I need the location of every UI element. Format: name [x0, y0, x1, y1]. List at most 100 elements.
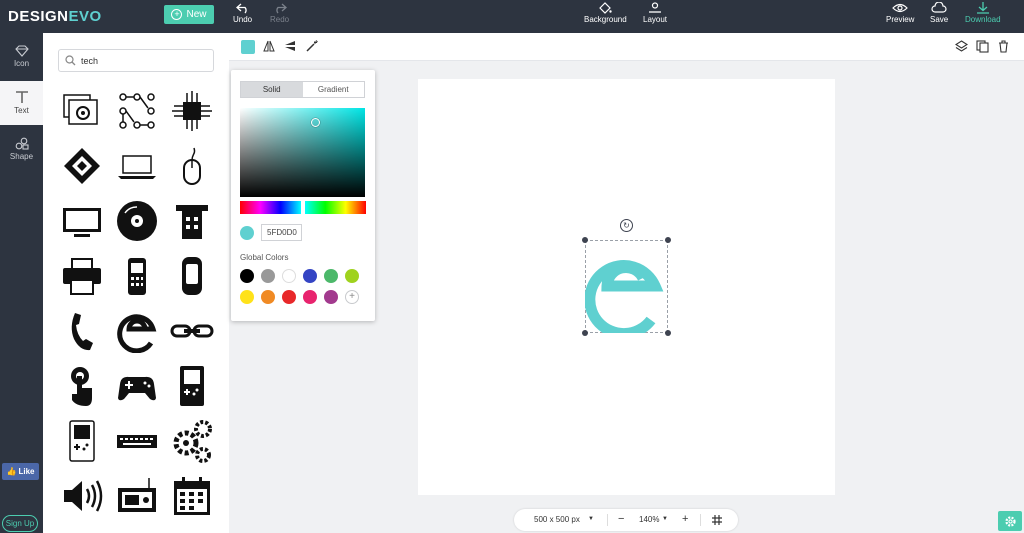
chain-link-icon[interactable]: [167, 303, 217, 358]
gamepad-icon[interactable]: [112, 358, 162, 413]
divider: [700, 514, 701, 526]
top-bar: DESIGNEVO + New Undo Redo Background Lay…: [0, 0, 1024, 33]
calendar-icon[interactable]: [167, 468, 217, 523]
hue-slider-secondary[interactable]: [305, 201, 366, 214]
radio-icon[interactable]: [112, 468, 162, 523]
touch-finger-icon[interactable]: [57, 358, 107, 413]
zoom-level-select[interactable]: 140%: [639, 515, 659, 524]
icon-results-grid: [57, 83, 222, 523]
zoom-in-button[interactable]: +: [682, 513, 688, 525]
eye-icon: [892, 3, 909, 13]
printer-icon[interactable]: [57, 248, 107, 303]
global-colors-label: Global Colors: [240, 253, 289, 262]
left-nav: Icon Text Shape 👍 Like Sign Up: [0, 33, 43, 533]
nav-item-text[interactable]: Text: [0, 81, 43, 125]
global-color-swatch[interactable]: [240, 290, 254, 304]
search-input[interactable]: [81, 53, 209, 69]
magic-wand-icon[interactable]: [306, 40, 318, 52]
element-toolbar: [229, 33, 1024, 61]
undo-icon: [235, 3, 247, 14]
resize-handle-top-left[interactable]: [582, 237, 588, 243]
divider: [607, 514, 608, 526]
global-color-swatch[interactable]: [240, 269, 254, 283]
canvas-bottom-bar: 500 x 500 px ▼ − 140% ▼ +: [514, 509, 738, 531]
resize-handle-bottom-right[interactable]: [665, 330, 671, 336]
keyboard-icon[interactable]: [112, 413, 162, 468]
add-color-icon[interactable]: +: [345, 290, 359, 304]
hex-input[interactable]: 5FD0D0: [261, 224, 302, 241]
gears-icon[interactable]: [167, 413, 217, 468]
global-color-swatch[interactable]: [282, 290, 296, 304]
folders-gear-icon[interactable]: [57, 83, 107, 138]
global-color-swatch[interactable]: [261, 290, 275, 304]
redo-icon: [275, 3, 287, 14]
diamond-icon: [14, 45, 29, 57]
sign-up-button[interactable]: Sign Up: [2, 515, 38, 532]
shapes-icon: [15, 137, 29, 150]
global-color-swatch[interactable]: [261, 269, 275, 283]
fill-color-swatch[interactable]: [241, 40, 255, 54]
hue-slider[interactable]: [240, 201, 301, 214]
save-button[interactable]: Save: [930, 2, 948, 24]
monitor-icon[interactable]: [57, 193, 107, 248]
gameboy-outline-icon[interactable]: [57, 413, 107, 468]
download-button[interactable]: Download: [965, 2, 1001, 24]
nav-item-icon[interactable]: Icon: [0, 43, 43, 79]
new-button[interactable]: + New: [164, 5, 214, 24]
undo-button[interactable]: Undo: [233, 2, 252, 24]
cash-register-icon[interactable]: [167, 193, 217, 248]
text-t-icon: [15, 91, 28, 103]
flip-vertical-icon[interactable]: [284, 40, 296, 52]
flip-phone-icon[interactable]: [167, 248, 217, 303]
telephone-handset-icon[interactable]: [57, 303, 107, 358]
chip-icon[interactable]: [167, 83, 217, 138]
canvas-size-select[interactable]: 500 x 500 px: [534, 515, 580, 524]
circuit-dots-icon[interactable]: [112, 83, 162, 138]
redo-button[interactable]: Redo: [270, 2, 289, 24]
facebook-like-button[interactable]: 👍 Like: [2, 463, 39, 480]
rotate-handle[interactable]: ↻: [620, 219, 633, 232]
laptop-icon[interactable]: [112, 138, 162, 193]
global-color-swatch[interactable]: [324, 290, 338, 304]
grid-icon[interactable]: [712, 515, 722, 525]
selected-logo-e-icon[interactable]: [585, 240, 668, 333]
resize-handle-top-right[interactable]: [665, 237, 671, 243]
layers-icon[interactable]: [955, 40, 968, 53]
color-mode-tabs: Solid Gradient: [240, 81, 365, 98]
mouse-icon[interactable]: [167, 138, 217, 193]
nav-item-shape[interactable]: Shape: [0, 137, 43, 173]
global-color-swatch[interactable]: [303, 269, 317, 283]
color-picker-popup: Solid Gradient 5FD0D0 Global Colors +: [231, 70, 375, 321]
saturation-area[interactable]: [240, 108, 365, 197]
spiral-e-icon[interactable]: [112, 303, 162, 358]
gameboy-icon[interactable]: [167, 358, 217, 413]
background-button[interactable]: Background: [584, 2, 627, 24]
settings-button[interactable]: [998, 511, 1022, 531]
current-color-swatch: [240, 226, 254, 240]
resize-handle-bottom-left[interactable]: [582, 330, 588, 336]
vinyl-disc-icon[interactable]: [112, 193, 162, 248]
thumbs-up-icon: 👍: [6, 467, 17, 476]
global-color-swatch[interactable]: [345, 269, 359, 283]
global-color-swatch[interactable]: [303, 290, 317, 304]
flip-horizontal-icon[interactable]: [263, 40, 275, 52]
tab-solid[interactable]: Solid: [241, 82, 303, 97]
chevron-down-icon[interactable]: ▼: [662, 516, 668, 522]
preview-button[interactable]: Preview: [886, 2, 914, 24]
plus-circle-icon: +: [171, 9, 183, 20]
paint-bucket-icon: [599, 2, 613, 14]
zoom-out-button[interactable]: −: [618, 513, 624, 525]
layout-icon: [649, 2, 662, 13]
chevron-down-icon[interactable]: ▼: [588, 516, 594, 522]
global-color-swatch[interactable]: [282, 269, 296, 283]
trash-icon[interactable]: [997, 40, 1010, 53]
tab-gradient[interactable]: Gradient: [303, 82, 365, 97]
global-color-swatch[interactable]: [324, 269, 338, 283]
diamond-arrows-icon[interactable]: [57, 138, 107, 193]
speaker-icon[interactable]: [57, 468, 107, 523]
layout-button[interactable]: Layout: [643, 2, 667, 24]
feature-phone-icon[interactable]: [112, 248, 162, 303]
saturation-cursor[interactable]: [311, 118, 320, 127]
app-logo[interactable]: DESIGNEVO: [8, 8, 102, 25]
duplicate-icon[interactable]: [976, 40, 989, 53]
